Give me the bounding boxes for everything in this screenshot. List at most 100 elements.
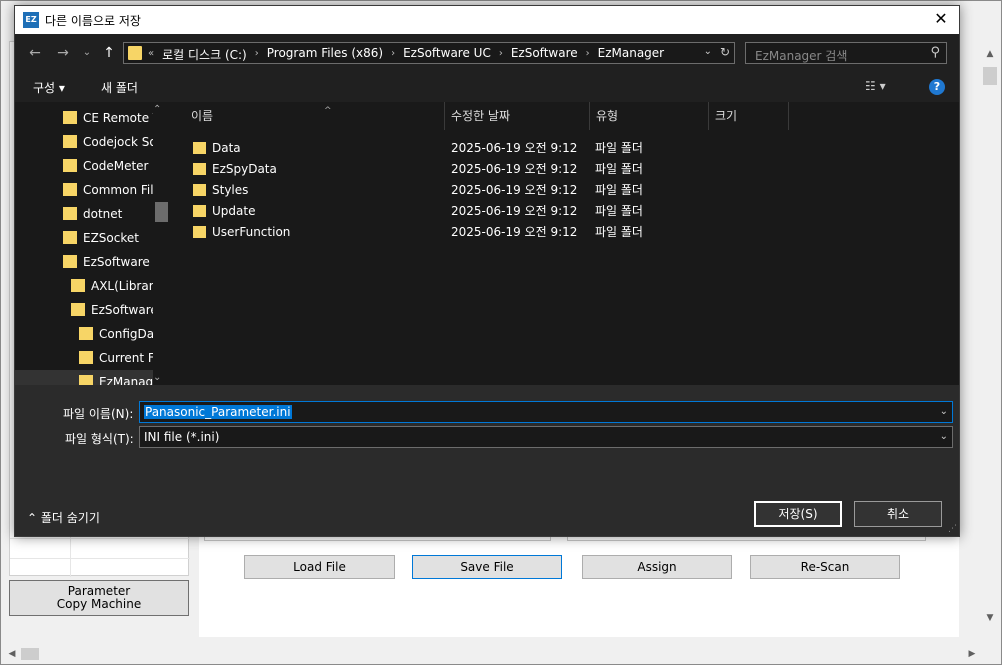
scroll-right-icon[interactable]: ▶: [965, 647, 979, 661]
file-row[interactable]: Update 2025-06-19 오전 9:12 파일 폴더: [171, 201, 959, 222]
file-list: 이름 ^ 수정한 날짜 유형 크기 Data 2025-06-19 오전 9:1…: [171, 102, 959, 385]
tree-item[interactable]: dotnet: [63, 202, 153, 226]
back-arrow-icon[interactable]: ←: [25, 44, 45, 62]
navigation-pane: CE Remote T Codejock So CodeMeter Common…: [15, 102, 171, 385]
file-name-text: Styles: [212, 183, 249, 197]
cancel-button[interactable]: 취소: [854, 501, 942, 527]
breadcrumb-program-files[interactable]: Program Files (x86): [261, 46, 389, 63]
scroll-down-icon[interactable]: ▼: [983, 611, 997, 625]
folder-icon: [193, 184, 206, 196]
file-name-text: Data: [212, 141, 241, 155]
load-file-button[interactable]: Load File: [244, 555, 395, 579]
new-folder-button[interactable]: 새 폴더: [101, 79, 138, 96]
filename-input[interactable]: Panasonic_Parameter.ini ⌄: [139, 401, 953, 423]
chevron-right-icon[interactable]: ›: [253, 46, 261, 63]
file-row[interactable]: Data 2025-06-19 오전 9:12 파일 폴더: [171, 138, 959, 159]
navigation-scrollbar[interactable]: ⌃ ⌄: [153, 102, 169, 385]
tree-item[interactable]: EzSoftware U: [63, 250, 153, 274]
file-name: Styles: [193, 180, 248, 201]
file-row[interactable]: UserFunction 2025-06-19 오전 9:12 파일 폴더: [171, 222, 959, 243]
app-vertical-scrollbar[interactable]: ▲ ▼: [981, 45, 999, 645]
parameter-copy-machine-button[interactable]: Parameter Copy Machine: [9, 580, 189, 616]
scroll-thumb[interactable]: [983, 67, 997, 85]
chevron-right-icon[interactable]: ›: [497, 46, 505, 63]
param-copy-line2: Copy Machine: [56, 597, 142, 611]
folder-icon: [63, 159, 77, 172]
folder-icon: [79, 327, 93, 340]
tree-item[interactable]: ConfigData: [79, 322, 153, 346]
tree-item[interactable]: Codejock So: [63, 130, 153, 154]
app-logo-icon: EZ: [23, 12, 39, 28]
forward-arrow-icon[interactable]: →: [53, 44, 73, 62]
dialog-toolbar: 구성 ▾ 새 폴더 ☷ ▾ ?: [15, 72, 959, 102]
assign-button[interactable]: Assign: [582, 555, 732, 579]
file-type: 파일 폴더: [595, 183, 643, 197]
filetype-select[interactable]: INI file (*.ini) ⌄: [139, 426, 953, 448]
chevron-down-icon[interactable]: ⌄: [153, 372, 161, 383]
scroll-thumb[interactable]: [21, 648, 39, 660]
folder-icon: [71, 279, 85, 292]
breadcrumb: « 로컬 디스크 (C:) › Program Files (x86) › Ez…: [146, 46, 670, 63]
file-row[interactable]: Styles 2025-06-19 오전 9:12 파일 폴더: [171, 180, 959, 201]
tree-item[interactable]: EzSoftware: [71, 298, 153, 322]
chevron-down-icon[interactable]: ⌄: [940, 427, 948, 447]
folder-icon: [193, 163, 206, 175]
chevron-down-icon[interactable]: ⌄: [940, 402, 948, 422]
tree-item[interactable]: EZSocket: [63, 226, 153, 250]
dialog-titlebar[interactable]: EZ 다른 이름으로 저장 ✕: [15, 6, 959, 34]
column-header-type[interactable]: 유형: [590, 102, 709, 130]
folder-icon: [193, 142, 206, 154]
breadcrumb-local-disk[interactable]: 로컬 디스크 (C:): [156, 46, 253, 63]
chevron-right-icon[interactable]: ›: [389, 46, 397, 63]
chevron-up-icon[interactable]: ⌃: [153, 104, 161, 115]
search-input[interactable]: EzManager 검색 ⚲: [745, 42, 947, 64]
tree-item[interactable]: CE Remote T: [63, 106, 153, 130]
tree-item[interactable]: Current Fi: [79, 346, 153, 370]
file-name-text: UserFunction: [212, 225, 291, 239]
folder-icon: [63, 231, 77, 244]
scroll-up-icon[interactable]: ▲: [983, 47, 997, 61]
tree-item-label: AXL(Library: [91, 279, 153, 293]
scroll-left-icon[interactable]: ◀: [5, 647, 19, 661]
filetype-label: 파일 형식(T):: [65, 432, 134, 446]
close-icon[interactable]: ✕: [931, 9, 951, 29]
hide-folders-button[interactable]: ⌃ 폴더 숨기기: [27, 509, 100, 526]
up-arrow-icon[interactable]: ↑: [99, 44, 119, 62]
search-icon[interactable]: ⚲: [930, 45, 940, 60]
organize-button[interactable]: 구성 ▾: [33, 79, 65, 96]
tree-item[interactable]: Common File: [63, 178, 153, 202]
navigation-bar: ← → ⌄ ↑ « 로컬 디스크 (C:) › Program Files (x…: [15, 34, 959, 72]
file-name: EzSpyData: [193, 159, 277, 180]
search-placeholder: EzManager 검색: [755, 49, 848, 63]
save-button[interactable]: 저장(S): [754, 501, 842, 527]
file-row[interactable]: EzSpyData 2025-06-19 오전 9:12 파일 폴더: [171, 159, 959, 180]
chevron-down-icon[interactable]: ⌄: [704, 46, 712, 57]
folder-icon: [79, 351, 93, 364]
scroll-thumb[interactable]: [155, 202, 168, 222]
column-header-date[interactable]: 수정한 날짜: [445, 102, 590, 130]
tree-item-label: EzSoftware U: [83, 255, 153, 269]
folder-icon: [63, 135, 77, 148]
tree-item-label: EZSocket: [83, 231, 139, 245]
grid-row-line: [10, 558, 190, 559]
refresh-icon[interactable]: ↻: [720, 45, 730, 59]
column-header-size[interactable]: 크기: [709, 102, 789, 130]
breadcrumb-ezsoftware-uc[interactable]: EzSoftware UC: [397, 46, 497, 63]
view-options-icon[interactable]: ☷ ▾: [865, 79, 886, 93]
help-icon[interactable]: ?: [929, 79, 945, 95]
save-file-button[interactable]: Save File: [412, 555, 562, 579]
recent-locations-icon[interactable]: ⌄: [77, 44, 97, 62]
column-header-name[interactable]: 이름 ^: [185, 102, 445, 130]
breadcrumb-ezsoftware[interactable]: EzSoftware: [505, 46, 584, 63]
app-horizontal-scrollbar[interactable]: ◀ ▶: [3, 646, 981, 662]
tree-item-selected[interactable]: EzManager: [15, 370, 153, 385]
rescan-button[interactable]: Re-Scan: [750, 555, 900, 579]
chevron-right-icon[interactable]: ›: [584, 46, 592, 63]
tree-item[interactable]: AXL(Library: [71, 274, 153, 298]
address-bar[interactable]: « 로컬 디스크 (C:) › Program Files (x86) › Ez…: [123, 42, 735, 64]
tree-item[interactable]: CodeMeter: [63, 154, 153, 178]
breadcrumb-overflow[interactable]: «: [146, 46, 156, 63]
resize-grip-icon[interactable]: ⋰: [948, 524, 957, 534]
tree-item-label: ConfigData: [99, 327, 153, 341]
breadcrumb-ezmanager[interactable]: EzManager: [592, 46, 670, 63]
